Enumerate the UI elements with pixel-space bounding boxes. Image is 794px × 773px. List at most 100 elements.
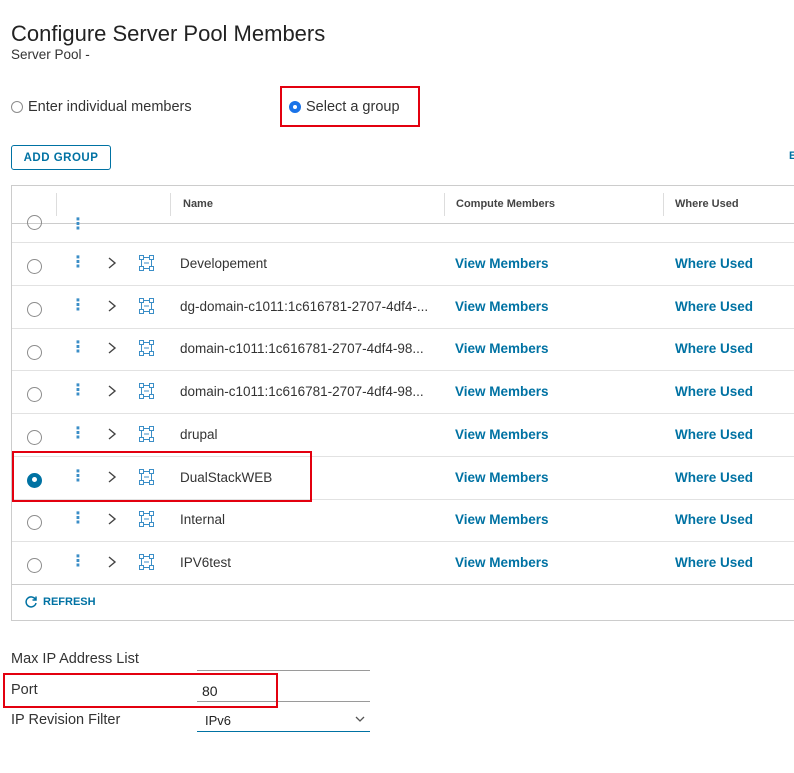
ip-filter-underline	[197, 731, 370, 732]
add-group-button[interactable]: ADD GROUP	[11, 145, 111, 170]
where-used-link[interactable]: Where Used	[675, 427, 753, 442]
group-icon	[139, 255, 154, 271]
view-members-link[interactable]: View Members	[455, 384, 549, 399]
radio-button-unchecked[interactable]	[11, 101, 23, 113]
table-row[interactable]: ⋮ domain-c1011:1c616781-2707-4df4-98... Vi…	[12, 328, 794, 372]
group-icon	[139, 383, 154, 400]
group-icon	[139, 425, 154, 442]
radio-button-unchecked[interactable]	[27, 301, 42, 317]
table-row[interactable]: ⋮ domain-c1011:1c616781-2707-4df4-98... Vi…	[12, 371, 794, 415]
table-row[interactable]: ⋮ DualStackWEB View Members Where Used	[12, 457, 794, 500]
group-name: Internal	[180, 512, 226, 528]
kebab-icon[interactable]: ⋮	[70, 340, 86, 356]
chevron-right-icon[interactable]	[106, 299, 118, 313]
view-members-link[interactable]: View Members	[455, 555, 549, 570]
radio-label-individual: Enter individual members	[28, 99, 192, 115]
datagrid-footer: REFRESH	[12, 584, 794, 620]
row-radio[interactable]	[27, 386, 42, 403]
radio-button-unchecked[interactable]	[27, 344, 42, 360]
kebab-icon[interactable]: ⋮	[70, 553, 86, 570]
chevron-right-icon[interactable]	[106, 384, 118, 398]
view-members-link[interactable]: View Members	[455, 512, 549, 527]
table-row[interactable]: ⋮ drupal View Members Where Used	[12, 414, 794, 457]
row-radio[interactable]	[27, 301, 42, 317]
group-name: domain-c1011:1c616781-2707-4df4-98...	[180, 341, 424, 357]
table-row[interactable]: ⋮ dg-domain-c1011:1c616781-2707-4df4-... V…	[12, 286, 794, 329]
group-icon	[139, 511, 154, 528]
chevron-right-icon[interactable]	[106, 341, 118, 355]
chevron-right-icon[interactable]	[106, 470, 118, 484]
refresh-icon	[25, 596, 37, 608]
where-used-link[interactable]: Where Used	[675, 256, 753, 271]
view-members-link[interactable]: View Members	[455, 470, 549, 485]
group-icon	[139, 340, 154, 357]
chevron-right-icon[interactable]	[106, 512, 118, 526]
kebab-icon[interactable]: ⋮	[70, 383, 86, 399]
radio-select-a-group[interactable]: Select a group	[289, 99, 400, 115]
radio-button-unchecked[interactable]	[27, 259, 42, 275]
radio-button-unchecked[interactable]	[27, 515, 42, 531]
table-row[interactable]: ⋮ Internal View Members Where Used	[12, 499, 794, 543]
group-icon	[139, 297, 154, 314]
group-icon	[139, 553, 154, 570]
table-row-partial: ⋮	[12, 215, 794, 243]
chevron-right-icon[interactable]	[106, 427, 118, 441]
ip-revision-filter-label: IP Revision Filter	[11, 712, 121, 728]
kebab-icon[interactable]: ⋮	[70, 468, 86, 485]
where-used-link[interactable]: Where Used	[675, 512, 753, 527]
chevron-right-icon[interactable]	[106, 256, 118, 270]
radio-button-unchecked[interactable]	[27, 387, 42, 403]
column-header-compute-members[interactable]: Compute Members	[456, 198, 555, 210]
radio-enter-individual-members[interactable]: Enter individual members	[11, 99, 192, 115]
view-members-link[interactable]: View Members	[455, 256, 549, 271]
kebab-icon[interactable]: ⋮	[70, 425, 86, 442]
kebab-icon[interactable]: ⋮	[70, 297, 86, 314]
radio-button-checked[interactable]	[27, 472, 42, 488]
radio-label-select-group: Select a group	[306, 99, 400, 115]
row-radio[interactable]	[27, 343, 42, 360]
row-radio[interactable]	[27, 258, 42, 275]
group-name: dg-domain-c1011:1c616781-2707-4df4-...	[180, 298, 429, 314]
table-row[interactable]: ⋮ Developement View Members Where Used	[12, 243, 794, 286]
page-title: Configure Server Pool Members	[11, 20, 326, 46]
column-header-where-used[interactable]: Where Used	[675, 198, 739, 210]
radio-button-unchecked[interactable]	[27, 430, 42, 446]
group-name: DualStackWEB	[180, 469, 273, 485]
where-used-link[interactable]: Where Used	[675, 470, 753, 485]
where-used-link[interactable]: Where Used	[675, 555, 753, 570]
column-header-name[interactable]: Name	[183, 198, 213, 210]
view-members-link[interactable]: View Members	[455, 427, 549, 442]
datagrid-header: Name Compute Members Where Used	[12, 186, 794, 224]
port-input[interactable]: 80	[202, 683, 218, 699]
row-radio[interactable]	[27, 557, 42, 574]
port-label: Port	[11, 682, 38, 698]
port-input-underline	[197, 701, 370, 702]
chevron-right-icon[interactable]	[106, 555, 118, 569]
kebab-icon[interactable]: ⋮	[70, 255, 86, 271]
row-radio[interactable]	[27, 514, 42, 531]
radio-button-unchecked[interactable]	[27, 558, 42, 574]
truncated-toolbar-action[interactable]: E	[789, 150, 794, 162]
group-name: drupal	[180, 426, 218, 442]
row-radio[interactable]	[27, 429, 42, 446]
group-datagrid: Name Compute Members Where Used ⋮ ⋮ Devel…	[11, 185, 794, 621]
where-used-link[interactable]: Where Used	[675, 341, 753, 356]
max-ip-input[interactable]	[197, 670, 370, 671]
refresh-button[interactable]: REFRESH	[24, 595, 96, 609]
view-members-link[interactable]: View Members	[455, 341, 549, 356]
refresh-label: REFRESH	[43, 596, 96, 608]
kebab-icon[interactable]: ⋮	[70, 511, 86, 527]
radio-button-checked[interactable]	[289, 101, 301, 113]
group-name: domain-c1011:1c616781-2707-4df4-98...	[180, 384, 424, 400]
group-name: IPV6test	[180, 554, 232, 570]
group-icon	[139, 468, 154, 485]
chevron-down-icon[interactable]	[355, 715, 365, 723]
table-row[interactable]: ⋮ IPV6test View Members Where Used	[12, 542, 794, 585]
row-radio[interactable]	[27, 472, 42, 488]
highlight-port	[3, 673, 278, 708]
where-used-link[interactable]: Where Used	[675, 299, 753, 314]
view-members-link[interactable]: View Members	[455, 299, 549, 314]
ip-revision-filter-select[interactable]: IPv6	[205, 713, 231, 728]
where-used-link[interactable]: Where Used	[675, 384, 753, 399]
server-pool-subtitle: Server Pool -	[11, 47, 90, 62]
